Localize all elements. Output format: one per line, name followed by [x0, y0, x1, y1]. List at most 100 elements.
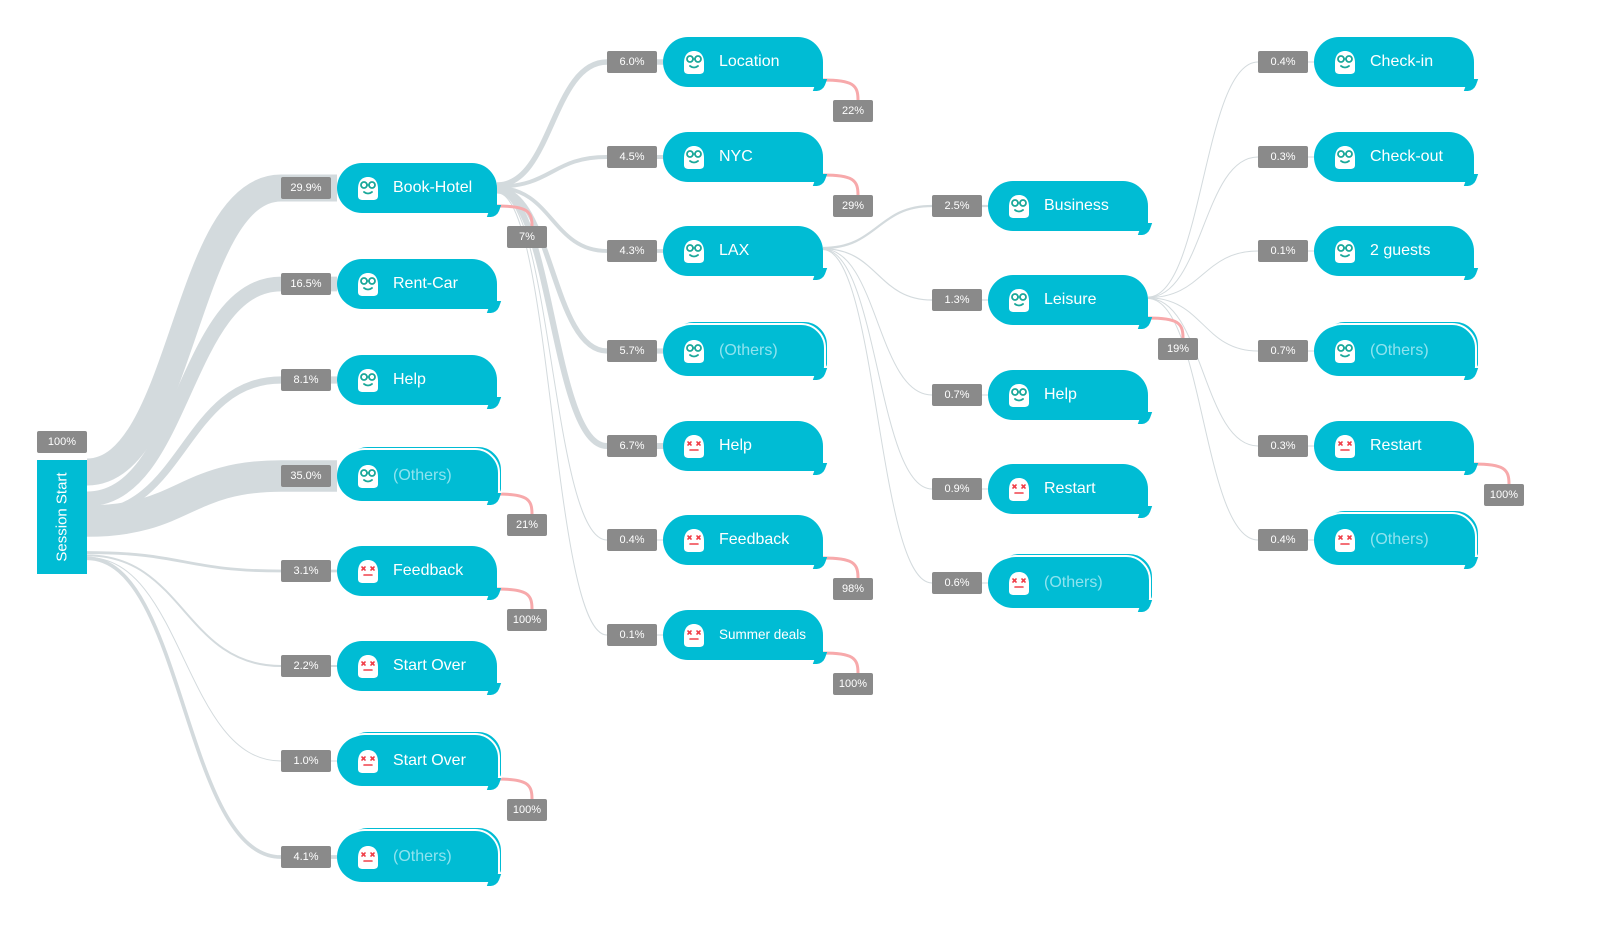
flow-node-business[interactable]: Business	[988, 181, 1153, 235]
flow-node-rent-car[interactable]: Rent-Car	[337, 259, 502, 313]
flow-node-feedback-1[interactable]: Feedback	[337, 546, 502, 600]
exit-pct-badge: 22%	[833, 100, 873, 122]
flow-node-others-sad-4[interactable]: (Others)	[1314, 509, 1480, 569]
node-pct-badge: 0.9%	[932, 478, 982, 500]
node-label: Summer deals	[719, 627, 807, 642]
node-pct-badge: 4.1%	[281, 846, 331, 868]
sad-face-icon	[355, 653, 381, 679]
sad-face-icon	[681, 433, 707, 459]
node-label: Leisure	[1044, 291, 1097, 308]
node-pct-badge: 1.3%	[932, 289, 982, 311]
flow-node-help-2[interactable]: Help	[663, 421, 828, 475]
exit-pct-badge: 19%	[1158, 338, 1198, 360]
flow-node-nyc[interactable]: NYC	[663, 132, 828, 186]
node-label: Feedback	[719, 531, 790, 548]
node-label: Help	[393, 371, 426, 388]
start-pct-badge: 100%	[37, 431, 87, 453]
happy-face-icon	[681, 49, 707, 75]
flow-node-start-over-2[interactable]: Start Over	[337, 730, 503, 790]
happy-face-icon	[1006, 287, 1032, 313]
node-label: LAX	[719, 242, 750, 259]
node-label: (Others)	[393, 467, 452, 484]
node-label: Start Over	[393, 657, 466, 674]
session-start-label: Session Start	[53, 472, 71, 562]
flow-node-lax[interactable]: LAX	[663, 226, 828, 280]
node-pct-badge: 8.1%	[281, 369, 331, 391]
node-pct-badge: 0.6%	[932, 572, 982, 594]
exit-link	[822, 556, 860, 579]
node-label: Help	[1044, 386, 1077, 403]
happy-face-icon	[681, 238, 707, 264]
sad-face-icon	[355, 558, 381, 584]
node-label: (Others)	[1370, 342, 1429, 359]
node-pct-badge: 2.5%	[932, 195, 982, 217]
exit-pct-badge: 100%	[507, 609, 547, 631]
flow-node-restart-1[interactable]: Restart	[988, 464, 1153, 518]
happy-face-icon	[355, 463, 381, 489]
happy-face-icon	[681, 338, 707, 364]
flow-node-others-1[interactable]: (Others)	[337, 445, 503, 505]
flow-node-others-sad-1[interactable]: (Others)	[337, 826, 503, 886]
flow-node-2-guests[interactable]: 2 guests	[1314, 226, 1479, 280]
exit-pct-badge: 21%	[507, 514, 547, 536]
flow-node-help-1[interactable]: Help	[337, 355, 502, 409]
flow-node-location[interactable]: Location	[663, 37, 828, 91]
node-pct-badge: 1.0%	[281, 750, 331, 772]
exit-pct-badge: 100%	[507, 799, 547, 821]
node-pct-badge: 0.1%	[607, 624, 657, 646]
node-label: 2 guests	[1370, 242, 1431, 259]
flow-node-restart-2[interactable]: Restart	[1314, 421, 1479, 475]
flow-node-start-over-1[interactable]: Start Over	[337, 641, 502, 695]
node-pct-badge: 6.0%	[607, 51, 657, 73]
exit-link	[496, 777, 534, 800]
node-label: (Others)	[1044, 574, 1103, 591]
exit-pct-badge: 29%	[833, 195, 873, 217]
node-pct-badge: 2.2%	[281, 655, 331, 677]
exit-link	[496, 492, 534, 515]
sad-face-icon	[1332, 433, 1358, 459]
flow-node-summer-deals[interactable]: Summer deals	[663, 610, 828, 664]
happy-face-icon	[355, 271, 381, 297]
node-label: Business	[1044, 197, 1109, 214]
node-pct-badge: 4.3%	[607, 240, 657, 262]
exit-link	[822, 651, 860, 674]
node-label: Help	[719, 437, 752, 454]
node-pct-badge: 16.5%	[281, 273, 331, 295]
node-pct-badge: 0.3%	[1258, 435, 1308, 457]
flow-node-leisure[interactable]: Leisure	[988, 275, 1153, 329]
sad-face-icon	[1006, 476, 1032, 502]
flow-node-help-3[interactable]: Help	[988, 370, 1153, 424]
happy-face-icon	[1332, 144, 1358, 170]
node-pct-badge: 3.1%	[281, 560, 331, 582]
node-label: (Others)	[1370, 531, 1429, 548]
node-label: Feedback	[393, 562, 464, 579]
flow-node-check-in[interactable]: Check-in	[1314, 37, 1479, 91]
sad-face-icon	[355, 748, 381, 774]
node-pct-badge: 0.3%	[1258, 146, 1308, 168]
exit-pct-badge: 98%	[833, 578, 873, 600]
exit-link	[1473, 462, 1511, 485]
node-label: Check-in	[1370, 53, 1434, 70]
flow-link	[1147, 298, 1314, 541]
node-label: Restart	[1044, 480, 1096, 497]
sad-face-icon	[681, 622, 707, 648]
flow-node-others-2[interactable]: (Others)	[663, 320, 829, 380]
session-start-node[interactable]: Session Start	[37, 460, 87, 574]
exit-link	[822, 173, 860, 196]
node-label: Book-Hotel	[393, 179, 473, 196]
happy-face-icon	[355, 367, 381, 393]
node-pct-badge: 35.0%	[281, 465, 331, 487]
flow-node-others-4[interactable]: (Others)	[1314, 320, 1480, 380]
happy-face-icon	[1332, 49, 1358, 75]
flow-node-feedback-2[interactable]: Feedback	[663, 515, 828, 569]
flow-node-book-hotel[interactable]: Book-Hotel	[337, 163, 502, 217]
flow-node-check-out[interactable]: Check-out	[1314, 132, 1479, 186]
flow-node-others-sad-3[interactable]: (Others)	[988, 552, 1154, 612]
exit-pct-badge: 100%	[1484, 484, 1524, 506]
happy-face-icon	[1332, 238, 1358, 264]
happy-face-icon	[1332, 338, 1358, 364]
happy-face-icon	[1006, 193, 1032, 219]
node-label: (Others)	[719, 342, 778, 359]
node-label: Restart	[1370, 437, 1422, 454]
sad-face-icon	[355, 844, 381, 870]
